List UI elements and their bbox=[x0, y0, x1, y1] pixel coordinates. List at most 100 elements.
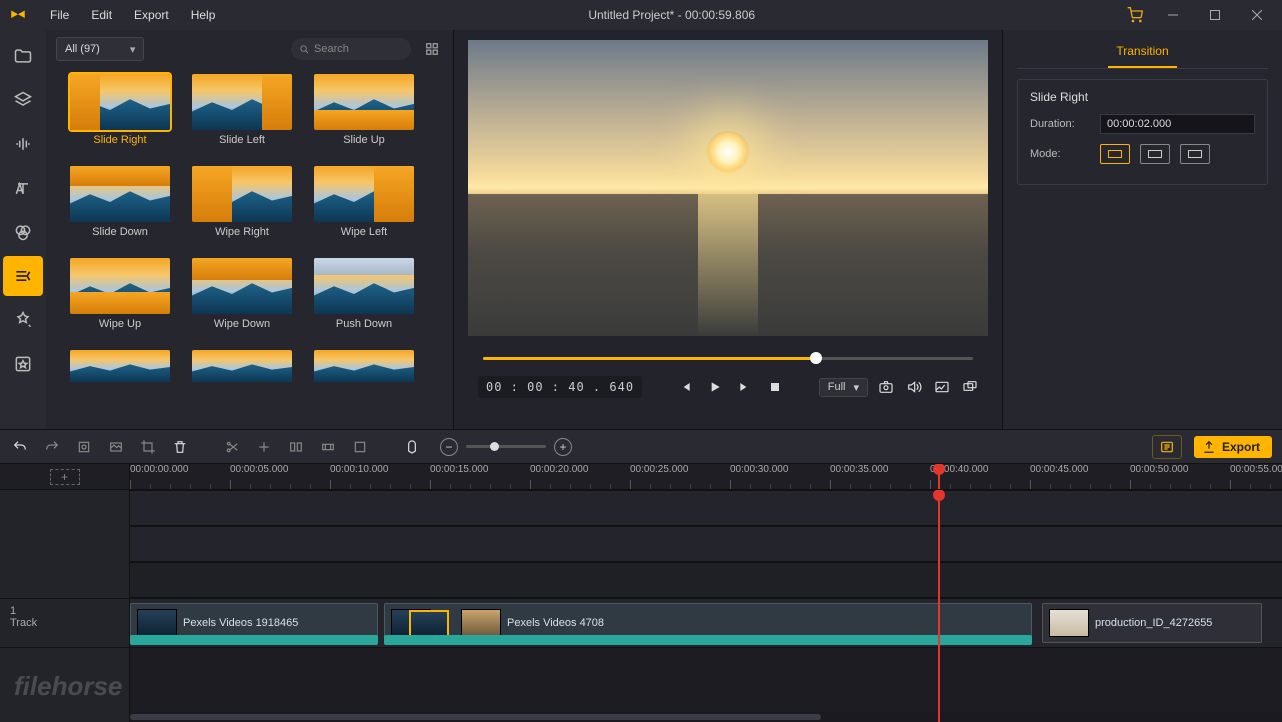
tool-sidebar bbox=[0, 30, 46, 429]
tracks-body[interactable]: Pexels Videos 1918465 Pexels Videos 4708… bbox=[130, 490, 1282, 722]
sidebar-filters-icon[interactable] bbox=[3, 212, 43, 252]
mode-label: Mode: bbox=[1030, 148, 1100, 160]
transition-name: Slide Right bbox=[1030, 90, 1255, 104]
ruler-tick: 00:00:00.000 bbox=[130, 464, 188, 489]
zoom-out-button[interactable]: − bbox=[440, 438, 458, 456]
ruler-tick: 00:00:55.000 bbox=[1230, 464, 1282, 489]
playhead-line[interactable] bbox=[938, 490, 940, 722]
transition-slide-left[interactable]: Slide Left bbox=[188, 74, 296, 146]
search-placeholder: Search bbox=[314, 43, 349, 55]
delete-icon[interactable] bbox=[170, 437, 190, 457]
render-icon[interactable] bbox=[1152, 435, 1182, 459]
tool-icon[interactable] bbox=[74, 437, 94, 457]
transition-item[interactable] bbox=[66, 350, 174, 382]
transition-push-down[interactable]: Push Down bbox=[310, 258, 418, 330]
menu-export[interactable]: Export bbox=[124, 4, 179, 26]
transition-slide-down[interactable]: Slide Down bbox=[66, 166, 174, 238]
preview-viewport[interactable] bbox=[468, 40, 988, 336]
preview-scrubber[interactable] bbox=[483, 344, 973, 372]
inspector-panel: Transition Slide Right Duration: 00:00:0… bbox=[1002, 30, 1282, 429]
stop-button[interactable] bbox=[767, 379, 783, 395]
transition-slide-up[interactable]: Slide Up bbox=[310, 74, 418, 146]
next-frame-button[interactable] bbox=[737, 379, 753, 395]
volume-icon[interactable] bbox=[906, 379, 922, 395]
ruler-tick: 00:00:45.000 bbox=[1030, 464, 1088, 489]
tool-icon[interactable] bbox=[106, 437, 126, 457]
tracks-gutter: 1 Track bbox=[0, 490, 130, 722]
tool-icon[interactable] bbox=[318, 437, 338, 457]
timeline-ruler[interactable]: 00:00:00.00000:00:05.00000:00:10.00000:0… bbox=[130, 464, 1282, 489]
timeline-h-scrollbar[interactable] bbox=[130, 712, 1282, 722]
sidebar-elements-icon[interactable] bbox=[3, 300, 43, 340]
transition-grid: Slide Right Slide Left Slide Up Slide Do… bbox=[46, 68, 453, 429]
transition-item[interactable] bbox=[310, 350, 418, 382]
detach-icon[interactable] bbox=[962, 379, 978, 395]
preview-panel: 00 : 00 : 40 . 640 Full▾ bbox=[454, 30, 1002, 429]
library-filter-value: All (97) bbox=[65, 43, 100, 55]
maximize-button[interactable] bbox=[1194, 1, 1236, 29]
snapshot-icon[interactable] bbox=[878, 379, 894, 395]
clip-2-audio[interactable] bbox=[384, 635, 1032, 645]
transition-wipe-right[interactable]: Wipe Right bbox=[188, 166, 296, 238]
play-button[interactable] bbox=[707, 379, 723, 395]
aspect-dropdown[interactable]: Full▾ bbox=[819, 378, 868, 397]
menu-help[interactable]: Help bbox=[181, 4, 226, 26]
mode-overlap[interactable] bbox=[1100, 144, 1130, 164]
window-controls bbox=[1152, 1, 1278, 29]
menu-edit[interactable]: Edit bbox=[81, 4, 122, 26]
transition-item[interactable] bbox=[188, 350, 296, 382]
cart-icon[interactable] bbox=[1118, 7, 1152, 23]
redo-icon[interactable] bbox=[42, 437, 62, 457]
minimize-button[interactable] bbox=[1152, 1, 1194, 29]
mode-suffix[interactable] bbox=[1180, 144, 1210, 164]
split-icon[interactable] bbox=[222, 437, 242, 457]
transition-slide-right[interactable]: Slide Right bbox=[66, 74, 174, 146]
ruler-tick: 00:00:10.000 bbox=[330, 464, 388, 489]
timeline: filehorse + 00:00:00.00000:00:05.00000:0… bbox=[0, 464, 1282, 722]
clip-3[interactable]: production_ID_4272655 bbox=[1042, 603, 1262, 643]
tool-icon[interactable] bbox=[254, 437, 274, 457]
ruler-tick: 00:00:25.000 bbox=[630, 464, 688, 489]
sidebar-media-icon[interactable] bbox=[3, 36, 43, 76]
playhead[interactable] bbox=[938, 464, 940, 489]
search-input[interactable]: Search bbox=[291, 38, 411, 60]
prev-frame-button[interactable] bbox=[677, 379, 693, 395]
library-filter-dropdown[interactable]: All (97) ▾ bbox=[56, 37, 144, 61]
ruler-tick: 00:00:30.000 bbox=[730, 464, 788, 489]
chevron-down-icon: ▾ bbox=[130, 43, 136, 56]
ruler-tick: 00:00:35.000 bbox=[830, 464, 888, 489]
marker-icon[interactable] bbox=[402, 437, 422, 457]
window-title: Untitled Project* - 00:00:59.806 bbox=[225, 8, 1118, 22]
sidebar-text-icon[interactable] bbox=[3, 168, 43, 208]
export-button[interactable]: Export bbox=[1194, 436, 1272, 458]
transition-wipe-left[interactable]: Wipe Left bbox=[310, 166, 418, 238]
tool-icon[interactable] bbox=[350, 437, 370, 457]
sidebar-layers-icon[interactable] bbox=[3, 80, 43, 120]
sidebar-audio-icon[interactable] bbox=[3, 124, 43, 164]
zoom-in-button[interactable]: + bbox=[554, 438, 572, 456]
transition-wipe-down[interactable]: Wipe Down bbox=[188, 258, 296, 330]
grid-view-icon[interactable] bbox=[421, 38, 443, 60]
ruler-tick: 00:00:50.000 bbox=[1130, 464, 1188, 489]
chevron-down-icon: ▾ bbox=[853, 381, 859, 394]
zoom-slider[interactable] bbox=[466, 445, 546, 448]
sidebar-transitions-icon[interactable] bbox=[3, 256, 43, 296]
ruler-tick: 00:00:20.000 bbox=[530, 464, 588, 489]
mode-prefix[interactable] bbox=[1140, 144, 1170, 164]
tab-transition[interactable]: Transition bbox=[1108, 40, 1176, 68]
menu-file[interactable]: File bbox=[40, 4, 79, 26]
transition-marker[interactable] bbox=[409, 610, 449, 638]
close-button[interactable] bbox=[1236, 1, 1278, 29]
clip-1-audio[interactable] bbox=[130, 635, 378, 645]
sidebar-favorites-icon[interactable] bbox=[3, 344, 43, 384]
fullscreen-icon[interactable] bbox=[934, 379, 950, 395]
add-track-button[interactable]: + bbox=[50, 469, 80, 485]
undo-icon[interactable] bbox=[10, 437, 30, 457]
tool-icon[interactable] bbox=[286, 437, 306, 457]
track-header[interactable]: 1 Track bbox=[0, 598, 129, 648]
main-menu: File Edit Export Help bbox=[40, 4, 225, 26]
crop-icon[interactable] bbox=[138, 437, 158, 457]
duration-label: Duration: bbox=[1030, 118, 1100, 130]
transition-wipe-up[interactable]: Wipe Up bbox=[66, 258, 174, 330]
duration-input[interactable]: 00:00:02.000 bbox=[1100, 114, 1255, 134]
